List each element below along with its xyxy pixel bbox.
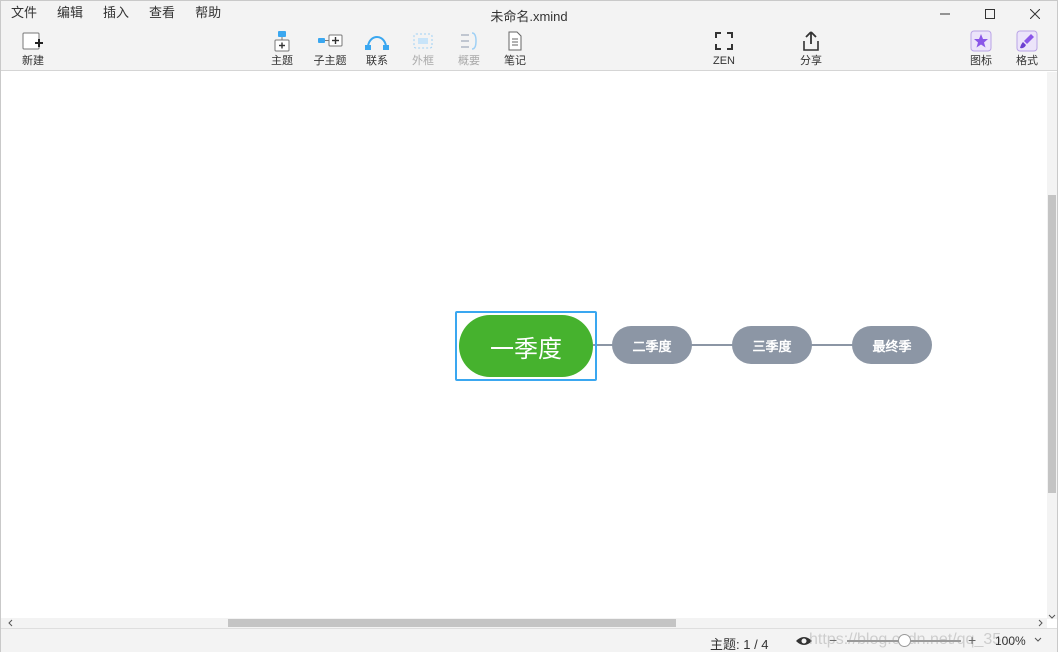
status-bar: 主题: 1 / 4 https://blog.csdn.net/qq_35...…	[1, 628, 1057, 652]
new-button[interactable]: 新建	[10, 29, 56, 67]
format-label: 格式	[1016, 55, 1038, 67]
scroll-down-arrow[interactable]	[1047, 609, 1057, 619]
boundary-label: 外框	[412, 55, 434, 67]
zoom-slider-handle[interactable]	[898, 634, 911, 647]
marker-panel-button[interactable]: 图标	[958, 29, 1004, 67]
share-button[interactable]: 分享	[788, 29, 834, 67]
subtopic-node[interactable]: 三季度	[732, 326, 812, 364]
subtopic-label: 子主题	[313, 55, 347, 67]
zoom-in-button[interactable]: +	[968, 632, 976, 648]
close-icon	[1029, 9, 1040, 19]
summary-button[interactable]: 概要	[446, 29, 492, 67]
paintbrush-icon	[1016, 29, 1038, 53]
menu-edit[interactable]: 编辑	[57, 5, 83, 21]
toolbar: 新建 主题 子主题 联系 外框 概要 笔记 ZEN 分享 图标 格式	[1, 27, 1057, 71]
minimize-icon	[939, 13, 950, 15]
topic-count: 主题: 1 / 4	[710, 637, 769, 652]
summary-icon	[458, 29, 480, 53]
close-button[interactable]	[1012, 1, 1057, 27]
maximize-button[interactable]	[967, 1, 1012, 27]
connector-line	[691, 344, 733, 346]
share-label: 分享	[800, 55, 822, 67]
menu-help[interactable]: 帮助	[195, 5, 221, 21]
star-icon	[970, 29, 992, 53]
zoom-level[interactable]: 100%	[995, 634, 1026, 648]
format-panel-button[interactable]: 格式	[1004, 29, 1050, 67]
topic-icon	[272, 29, 292, 53]
subtopic-icon	[317, 29, 343, 53]
chevron-right-icon[interactable]	[1036, 619, 1044, 627]
menu-view[interactable]: 查看	[149, 5, 175, 21]
chevron-down-icon	[1048, 614, 1056, 619]
relationship-label: 联系	[366, 55, 388, 67]
title-bar: 文件 编辑 插入 查看 帮助 未命名.xmind	[1, 1, 1057, 27]
central-topic[interactable]: 一季度	[459, 315, 593, 377]
eye-icon[interactable]	[795, 635, 813, 647]
notes-button[interactable]: 笔记	[492, 29, 538, 67]
boundary-button[interactable]: 外框	[400, 29, 446, 67]
new-document-icon	[21, 29, 45, 53]
zen-button[interactable]: ZEN	[701, 29, 747, 67]
horizontal-scrollbar[interactable]	[1, 618, 1047, 628]
menu-file[interactable]: 文件	[11, 5, 37, 21]
topic-label: 主题	[271, 55, 293, 67]
vertical-scroll-thumb[interactable]	[1048, 195, 1056, 493]
mindmap-canvas[interactable]: 一季度 二季度 三季度 最终季	[1, 72, 1047, 619]
window-controls	[922, 1, 1057, 27]
zen-label: ZEN	[713, 55, 735, 67]
menu-insert[interactable]: 插入	[103, 5, 129, 21]
share-icon	[801, 29, 821, 53]
insert-subtopic-button[interactable]: 子主题	[307, 29, 353, 67]
notes-label: 笔记	[504, 55, 526, 67]
subtopic-node[interactable]: 最终季	[852, 326, 932, 364]
horizontal-scroll-thumb[interactable]	[228, 619, 676, 627]
vertical-scrollbar[interactable]	[1047, 72, 1057, 619]
relationship-icon	[364, 29, 390, 53]
maximize-icon	[984, 9, 995, 19]
summary-label: 概要	[458, 55, 480, 67]
boundary-icon	[412, 29, 434, 53]
icon-label: 图标	[970, 55, 992, 67]
new-label: 新建	[22, 55, 44, 67]
insert-topic-button[interactable]: 主题	[259, 29, 305, 67]
relationship-button[interactable]: 联系	[354, 29, 400, 67]
chevron-left-icon[interactable]	[7, 619, 15, 627]
chevron-down-icon[interactable]	[1033, 635, 1043, 645]
subtopic-node[interactable]: 二季度	[612, 326, 692, 364]
connector-line	[811, 344, 853, 346]
app-window: 文件 编辑 插入 查看 帮助 未命名.xmind 新建 主题 子主题 联系 外框…	[0, 0, 1058, 652]
notes-icon	[506, 29, 524, 53]
fullscreen-icon	[714, 29, 734, 53]
zoom-out-button[interactable]: −	[829, 632, 837, 648]
minimize-button[interactable]	[922, 1, 967, 27]
menu-bar: 文件 编辑 插入 查看 帮助	[11, 5, 241, 21]
